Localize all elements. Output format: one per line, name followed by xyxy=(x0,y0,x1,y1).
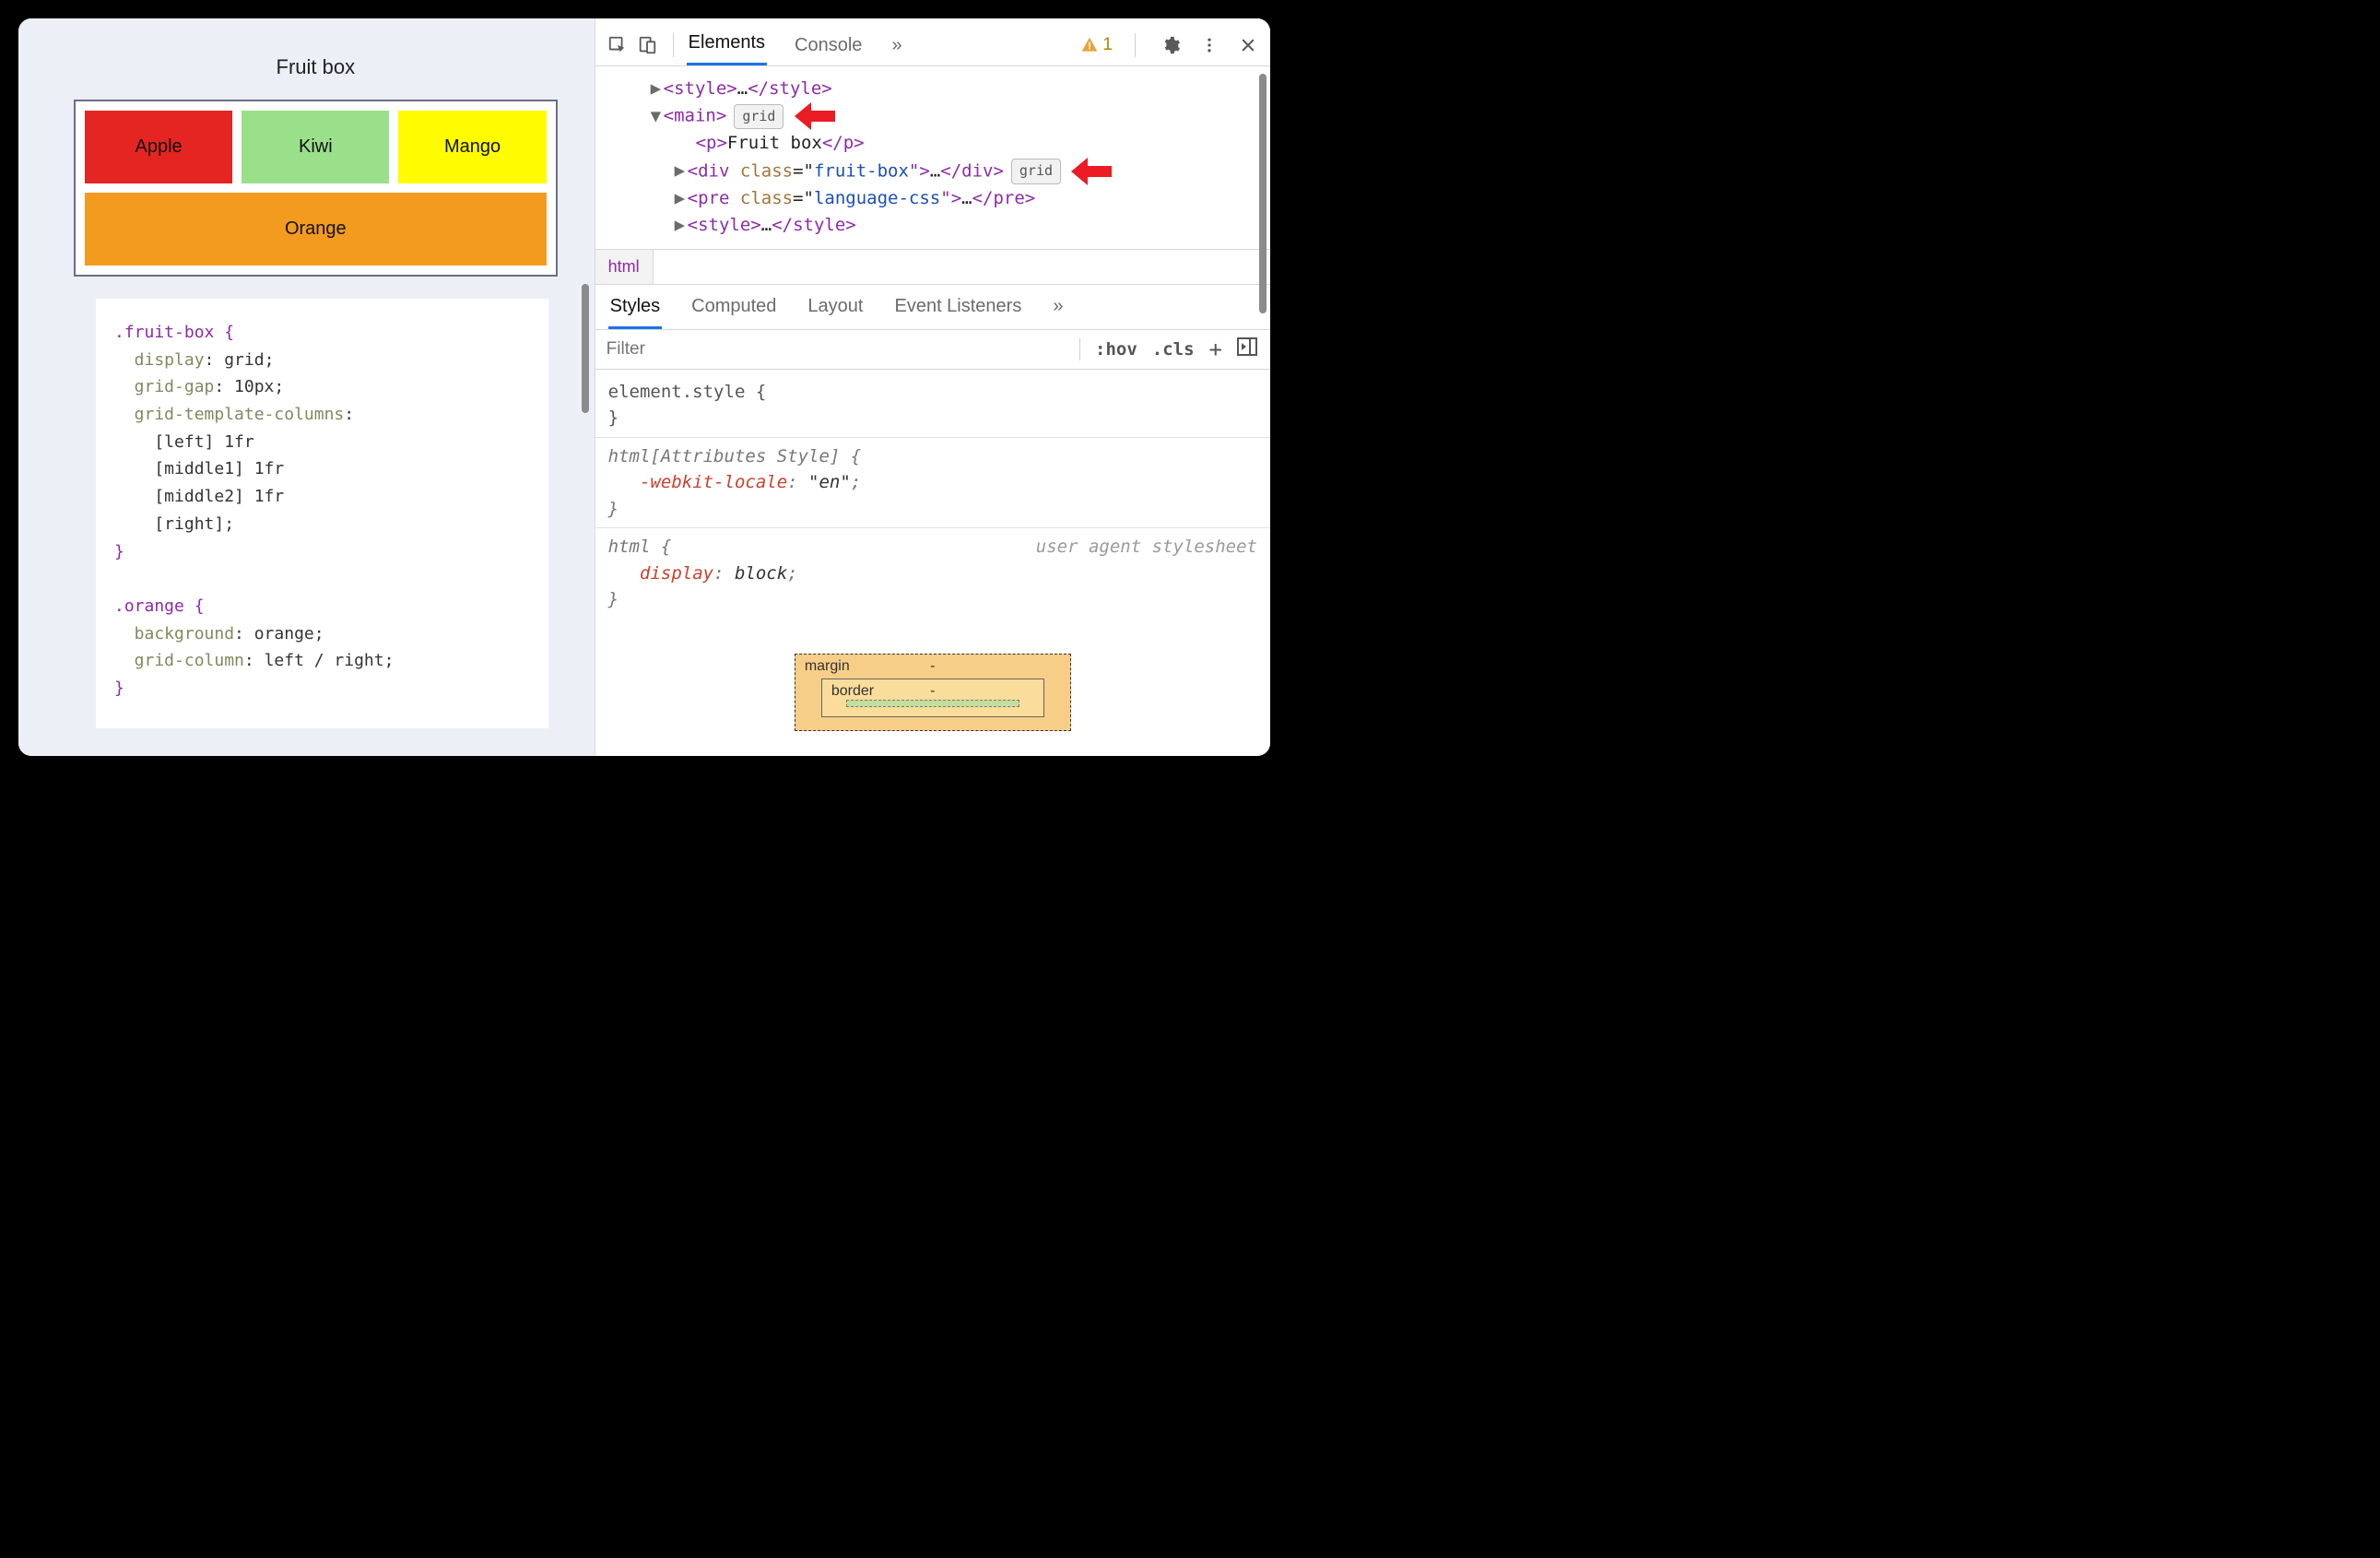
code-line: grid-template-columns xyxy=(114,405,344,424)
sidebar-toggle-icon[interactable] xyxy=(1237,337,1257,360)
device-icon[interactable] xyxy=(634,32,660,58)
box-model-value: - xyxy=(930,658,935,675)
tab-layout[interactable]: Layout xyxy=(806,294,865,329)
code-line: : 10px; xyxy=(214,377,284,396)
code-line: [middle2] 1fr xyxy=(114,487,284,506)
box-model[interactable]: margin - border - xyxy=(595,631,1270,740)
page-title: Fruit box xyxy=(74,55,558,79)
page-viewport: Fruit box Apple Kiwi Mango Orange .fruit… xyxy=(18,18,595,756)
rule-close: } xyxy=(608,586,1257,613)
grid-badge[interactable]: grid xyxy=(734,104,784,129)
inspect-icon[interactable] xyxy=(605,32,630,58)
rule-element-style[interactable]: element.style { } xyxy=(607,375,1259,435)
dom-node-main[interactable]: ▼<main>grid xyxy=(608,102,1265,130)
devtools-panel: Elements Console » 1 xyxy=(595,18,1270,756)
code-line: : xyxy=(344,405,354,424)
new-rule-button[interactable]: + xyxy=(1209,336,1222,362)
rule-prop-value: "en" xyxy=(808,472,851,492)
tab-styles-more[interactable]: » xyxy=(1051,294,1065,329)
rule-prop-value: block xyxy=(735,563,787,584)
code-line: } xyxy=(114,542,124,561)
toolbar-separator xyxy=(673,33,674,57)
style-rules[interactable]: element.style { } html[Attributes Style]… xyxy=(595,370,1270,631)
rule-selector: html[Attributes Style] { xyxy=(608,443,1257,470)
close-icon[interactable] xyxy=(1235,32,1261,58)
styles-filter-tools: :hov .cls + xyxy=(1066,336,1270,362)
code-line: } xyxy=(114,679,124,698)
rule-close: } xyxy=(608,405,1257,431)
code-line: : grid; xyxy=(205,350,275,370)
app-frame: Fruit box Apple Kiwi Mango Orange .fruit… xyxy=(18,18,1270,756)
tab-computed[interactable]: Computed xyxy=(689,294,778,329)
rule-html-ua[interactable]: html {user agent stylesheet display: blo… xyxy=(607,530,1259,617)
warnings-badge[interactable]: 1 xyxy=(1080,35,1113,55)
rule-prop-name: display xyxy=(640,563,713,584)
code-line: display xyxy=(114,350,205,370)
tab-elements[interactable]: Elements xyxy=(687,27,767,65)
fruit-kiwi: Kiwi xyxy=(242,111,389,183)
code-line: : left / right; xyxy=(244,651,395,670)
rule-close: } xyxy=(608,496,1257,523)
code-line: [left] 1fr xyxy=(114,432,254,452)
box-model-margin[interactable]: margin - border - xyxy=(795,654,1071,731)
code-line: background xyxy=(114,624,234,643)
tab-console[interactable]: Console xyxy=(793,30,864,65)
code-line: .fruit-box { xyxy=(114,323,234,342)
cls-toggle[interactable]: .cls xyxy=(1152,339,1195,360)
fruit-orange: Orange xyxy=(85,193,547,266)
box-model-padding[interactable] xyxy=(846,700,1019,707)
rule-html-attributes[interactable]: html[Attributes Style] { -webkit-locale:… xyxy=(607,440,1259,526)
dom-tree[interactable]: ▶<style>…</style> ▼<main>grid <p>Fruit b… xyxy=(595,66,1270,249)
tab-more[interactable]: » xyxy=(890,30,903,65)
tab-styles[interactable]: Styles xyxy=(608,294,662,329)
box-model-value: - xyxy=(930,683,935,700)
rule-source: user agent stylesheet xyxy=(1036,534,1257,561)
styles-filter-row: :hov .cls + xyxy=(595,330,1270,370)
grid-badge[interactable]: grid xyxy=(1011,159,1061,183)
code-block: .fruit-box { display: grid; grid-gap: 10… xyxy=(96,299,548,728)
devtools-main-tabs: Elements Console » xyxy=(687,24,904,65)
code-line: .orange { xyxy=(114,596,205,616)
dom-node-style[interactable]: ▶<style>…</style> xyxy=(608,212,1265,239)
tab-event-listeners[interactable]: Event Listeners xyxy=(892,294,1023,329)
kebab-icon[interactable] xyxy=(1196,32,1222,58)
hov-toggle[interactable]: :hov xyxy=(1095,339,1137,360)
box-model-label-margin: margin xyxy=(805,658,850,675)
styles-pane-tabs: Styles Computed Layout Event Listeners » xyxy=(595,285,1270,330)
code-line: grid-column xyxy=(114,651,244,670)
styles-filter-input[interactable] xyxy=(595,330,1066,369)
fruit-mango: Mango xyxy=(398,111,546,183)
rule-selector: html { xyxy=(608,537,672,557)
dom-node-style[interactable]: ▶<style>…</style> xyxy=(608,76,1265,102)
fruit-box: Apple Kiwi Mango Orange xyxy=(74,100,558,277)
toolbar-separator xyxy=(1135,33,1136,57)
rule-prop-name: -webkit-locale xyxy=(640,472,787,492)
annotation-arrow-icon xyxy=(795,102,835,130)
devtools-toolbar: Elements Console » 1 xyxy=(595,18,1270,66)
annotation-arrow-icon xyxy=(1071,158,1112,185)
rule-separator xyxy=(595,437,1270,438)
code-line: : orange; xyxy=(234,624,324,643)
devtools-scrollbar[interactable] xyxy=(1259,74,1267,313)
rule-separator xyxy=(595,527,1270,528)
toolbar-right: 1 xyxy=(1080,32,1261,58)
gear-icon[interactable] xyxy=(1158,32,1184,58)
separator xyxy=(1079,338,1080,360)
dom-node-div-fruitbox[interactable]: ▶<div class="fruit-box">…</div>grid xyxy=(608,158,1265,185)
warnings-count: 1 xyxy=(1102,35,1113,55)
dom-node-pre[interactable]: ▶<pre class="language-css">…</pre> xyxy=(608,185,1265,212)
box-model-border[interactable]: border - xyxy=(821,679,1044,717)
dom-node-p[interactable]: <p>Fruit box</p> xyxy=(608,130,1265,157)
box-model-label-border: border xyxy=(831,683,874,700)
rule-selector: element.style { xyxy=(608,379,1257,406)
page-scrollbar[interactable] xyxy=(582,284,589,413)
code-line: [middle1] 1fr xyxy=(114,459,284,478)
code-line: grid-gap xyxy=(114,377,214,396)
breadcrumb[interactable]: html xyxy=(595,249,1270,285)
fruit-apple: Apple xyxy=(85,111,232,183)
code-line: [right]; xyxy=(114,514,234,534)
breadcrumb-item[interactable]: html xyxy=(595,250,654,284)
